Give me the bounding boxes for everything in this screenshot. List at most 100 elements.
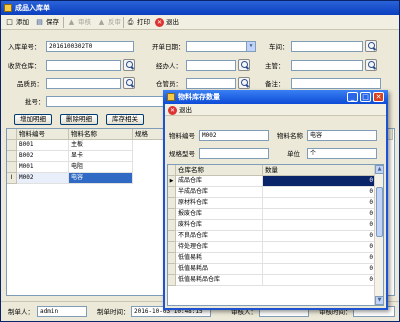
table-cell[interactable]: B002: [17, 151, 69, 162]
warehouse-label: 收货仓库：: [8, 62, 41, 70]
handler-lookup-search-icon[interactable]: [238, 59, 250, 71]
grid-header-item-name[interactable]: 物料名称: [69, 129, 133, 140]
row-header[interactable]: [168, 275, 176, 286]
toolbar: □ 添加 ▤ 保存 ▲ 审核 ▲ 反审 ⎙ 打印 ✕ 退出: [1, 15, 399, 30]
item-no-label: 物料编号: [169, 132, 195, 140]
delete-detail-button[interactable]: 删除明细: [60, 114, 98, 125]
row-header[interactable]: [7, 151, 17, 162]
workshop-field[interactable]: [291, 41, 363, 52]
review-icon: ▲: [68, 18, 75, 26]
add-detail-button[interactable]: 增加明细: [14, 114, 52, 125]
table-cell[interactable]: 半成品仓库: [176, 187, 263, 198]
scroll-up-icon[interactable]: ▲: [375, 165, 383, 174]
close-icon[interactable]: ✕: [373, 92, 384, 102]
row-header[interactable]: [168, 242, 176, 253]
row-header[interactable]: [168, 187, 176, 198]
row-header[interactable]: [168, 209, 176, 220]
stock-grid[interactable]: 仓库名称 数量 ▶ 成品仓库 0 半成品仓库 0 原材料仓库 0 报废仓库 0 …: [167, 164, 384, 306]
scroll-thumb[interactable]: [376, 187, 383, 237]
vertical-scrollbar[interactable]: ▲ ▼: [374, 165, 383, 305]
maximize-icon[interactable]: □: [360, 92, 371, 102]
popup-title-bar[interactable]: 物料库存数量 _ □ ✕: [163, 90, 388, 104]
table-cell[interactable]: 0: [263, 187, 376, 198]
table-cell[interactable]: 不良品仓库: [176, 231, 263, 242]
grid-header-item-no[interactable]: 物料编号: [17, 129, 69, 140]
popup-exit-button[interactable]: ✕ 退出: [168, 105, 192, 116]
minimize-icon[interactable]: _: [347, 92, 358, 102]
exit-button[interactable]: ✕ 退出: [155, 17, 179, 28]
grid-header-qty[interactable]: 数量: [263, 165, 376, 176]
table-cell[interactable]: 0: [263, 198, 376, 209]
row-header[interactable]: [168, 231, 176, 242]
toolbar-divider: [123, 17, 124, 28]
table-cell[interactable]: B001: [17, 140, 69, 151]
doc-no-label: 入库单号：: [8, 43, 41, 51]
table-cell[interactable]: 0: [263, 209, 376, 220]
save-button[interactable]: ▤ 保存: [35, 17, 59, 28]
unreview-button[interactable]: ▲ 反审: [97, 17, 121, 28]
inspector-field[interactable]: [46, 78, 121, 89]
print-button[interactable]: ⎙ 打印: [126, 17, 150, 28]
table-cell[interactable]: M002: [17, 173, 69, 184]
row-header[interactable]: [7, 162, 17, 173]
table-cell[interactable]: 低值易耗: [176, 253, 263, 264]
chevron-down-icon[interactable]: ▼: [246, 42, 255, 51]
keeper-field[interactable]: [186, 78, 236, 89]
row-header[interactable]: [168, 198, 176, 209]
table-cell[interactable]: 0: [263, 231, 376, 242]
table-cell[interactable]: M001: [17, 162, 69, 173]
table-cell[interactable]: 待处理仓库: [176, 242, 263, 253]
row-header[interactable]: [7, 140, 17, 151]
unit-label: 单位: [287, 150, 300, 158]
maker-field: admin: [37, 306, 87, 317]
spec-field[interactable]: [199, 148, 269, 159]
item-name-field[interactable]: 电容: [307, 130, 377, 141]
doc-no-field[interactable]: 2016100302T0: [46, 41, 134, 52]
item-no-field[interactable]: M002: [199, 130, 269, 141]
table-cell[interactable]: 低值易耗品仓库: [176, 275, 263, 286]
table-cell[interactable]: 成品仓库: [176, 176, 263, 187]
dev-date-picker[interactable]: ▼: [186, 41, 256, 52]
table-cell[interactable]: 0: [263, 253, 376, 264]
handler-field[interactable]: [186, 60, 236, 71]
inspector-lookup-search-icon[interactable]: [123, 77, 135, 89]
dev-date-label: 开单日期：: [152, 43, 185, 51]
table-cell[interactable]: 报废仓库: [176, 209, 263, 220]
title-bar: 成品入库单: [1, 1, 399, 15]
supervisor-lookup-search-icon[interactable]: [365, 59, 377, 71]
review-button[interactable]: ▲ 审核: [67, 17, 91, 28]
table-cell-selected[interactable]: 0: [263, 176, 376, 187]
grid-header-warehouse[interactable]: 仓库名称: [176, 165, 263, 176]
table-cell[interactable]: 0: [263, 275, 376, 286]
table-cell[interactable]: 电阻: [69, 162, 133, 173]
table-cell[interactable]: 主板: [69, 140, 133, 151]
save-icon: ▤: [36, 18, 43, 26]
row-header[interactable]: [168, 264, 176, 275]
keeper-lookup-search-icon[interactable]: [238, 77, 250, 89]
row-header[interactable]: [168, 220, 176, 231]
table-cell[interactable]: 0: [263, 264, 376, 275]
supervisor-field[interactable]: [291, 60, 363, 71]
table-cell[interactable]: 原材料仓库: [176, 198, 263, 209]
stock-related-button[interactable]: 库存相关: [106, 114, 144, 125]
batch-field[interactable]: [46, 96, 166, 107]
maker-label: 制单人：: [8, 308, 34, 316]
table-cell[interactable]: 低值易耗品: [176, 264, 263, 275]
unit-field[interactable]: 个: [307, 148, 377, 159]
table-cell[interactable]: 显卡: [69, 151, 133, 162]
row-header-current[interactable]: ▶: [168, 176, 176, 187]
table-cell-selected[interactable]: 电容: [69, 173, 133, 184]
scroll-down-icon[interactable]: ▼: [375, 296, 383, 305]
unreview-icon: ▲: [98, 18, 105, 26]
table-cell[interactable]: 废料仓库: [176, 220, 263, 231]
table-cell[interactable]: 0: [263, 242, 376, 253]
remark-field[interactable]: [291, 78, 381, 89]
add-button[interactable]: □ 添加: [5, 17, 29, 28]
warehouse-field[interactable]: [46, 60, 121, 71]
row-header[interactable]: [168, 253, 176, 264]
warehouse-lookup-search-icon[interactable]: [123, 59, 135, 71]
workshop-lookup-search-icon[interactable]: [365, 40, 377, 52]
row-header-current[interactable]: I: [7, 173, 17, 184]
table-cell[interactable]: 0: [263, 220, 376, 231]
popup-title: 物料库存数量: [178, 93, 220, 101]
